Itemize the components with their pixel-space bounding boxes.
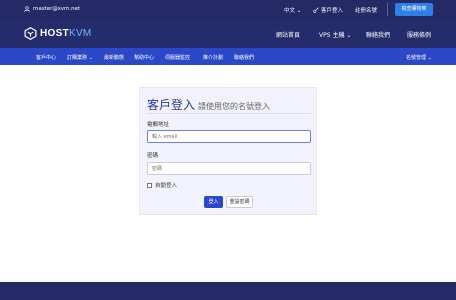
- email-label: 電郵地址: [147, 122, 170, 128]
- page-subtitle: 請使用您的名號登入: [198, 102, 271, 111]
- email-field[interactable]: [147, 130, 311, 143]
- nav-contact[interactable]: 聯絡我們: [366, 30, 390, 39]
- login-heading: 客戶登入 請使用您的名號登入: [147, 96, 270, 113]
- top-login-label: 客戶登入: [321, 8, 344, 14]
- login-button[interactable]: 登入: [204, 196, 223, 208]
- remember-checkbox[interactable]: [147, 182, 152, 188]
- subnav-order-label: 訂購業務: [67, 55, 88, 61]
- page-title: 客戶登入: [147, 98, 196, 112]
- contact-email-text: master@svm.net: [33, 6, 81, 12]
- contact-email[interactable]: master@svm.net: [24, 6, 80, 12]
- chevron-down-icon: ⌄: [295, 8, 302, 14]
- chevron-down-icon: ⌄: [344, 32, 352, 39]
- key-icon: [313, 7, 319, 13]
- nav-home[interactable]: 網站首頁: [276, 30, 300, 39]
- nav-terms[interactable]: 服務條例: [407, 30, 431, 39]
- language-selector[interactable]: 中文 ⌄: [284, 6, 301, 14]
- heading-divider: [147, 113, 311, 114]
- subnav-server-monitor[interactable]: 伺服器監控: [165, 54, 190, 61]
- reset-password-button[interactable]: 重設密碼: [226, 196, 253, 208]
- subnav-referral[interactable]: 推介計劃: [203, 54, 223, 61]
- subnav-account[interactable]: 名號管理 ⌄: [406, 54, 432, 61]
- password-field[interactable]: [147, 162, 311, 175]
- logo-text-host: HOST: [40, 28, 69, 39]
- language-label: 中文: [284, 8, 296, 14]
- nav-vps[interactable]: VPS 主機 ⌄: [319, 30, 351, 39]
- subnav-client-center[interactable]: 客戶中心: [36, 54, 56, 61]
- logo-wordmark: HOSTKVM: [40, 28, 92, 39]
- sub-navigation: 客戶中心 訂購業務 ⌄ 最新動態 幫助中心 伺服器監控 推介計劃 聯絡我們 名號…: [0, 48, 456, 65]
- top-bar: master@svm.net 中文 ⌄ 客戶登入 註冊名號 檢查購物車: [0, 0, 456, 19]
- chevron-down-icon: ⌄: [426, 55, 432, 61]
- topbar-divider: [387, 3, 388, 16]
- subnav-order[interactable]: 訂購業務 ⌄: [67, 54, 93, 61]
- password-label: 密碼: [147, 153, 159, 159]
- subnav-help[interactable]: 幫助中心: [134, 54, 154, 61]
- main-navigation: HOSTKVM 網站首頁 VPS 主機 ⌄ 聯絡我們 服務條例: [0, 19, 456, 48]
- logo-icon: [24, 27, 37, 40]
- top-login-link[interactable]: 客戶登入: [313, 6, 343, 14]
- user-icon: [24, 6, 30, 12]
- register-link[interactable]: 註冊名號: [355, 6, 377, 14]
- remember-label: 自動登入: [155, 183, 178, 189]
- login-card: 客戶登入 請使用您的名號登入 電郵地址 密碼 自動登入 登入 重設密碼: [139, 87, 317, 215]
- subnav-news[interactable]: 最新動態: [104, 54, 124, 61]
- page-footer: [0, 282, 456, 300]
- site-logo[interactable]: HOSTKVM: [24, 27, 92, 40]
- chevron-down-icon: ⌄: [87, 55, 93, 61]
- view-cart-button[interactable]: 檢查購物車: [395, 3, 433, 16]
- subnav-account-label: 名號管理: [406, 55, 427, 61]
- nav-vps-label: VPS 主機: [319, 32, 345, 39]
- logo-text-kvm: KVM: [68, 28, 92, 39]
- remember-me[interactable]: 自動登入: [147, 181, 177, 189]
- subnav-contact[interactable]: 聯絡我們: [234, 54, 254, 61]
